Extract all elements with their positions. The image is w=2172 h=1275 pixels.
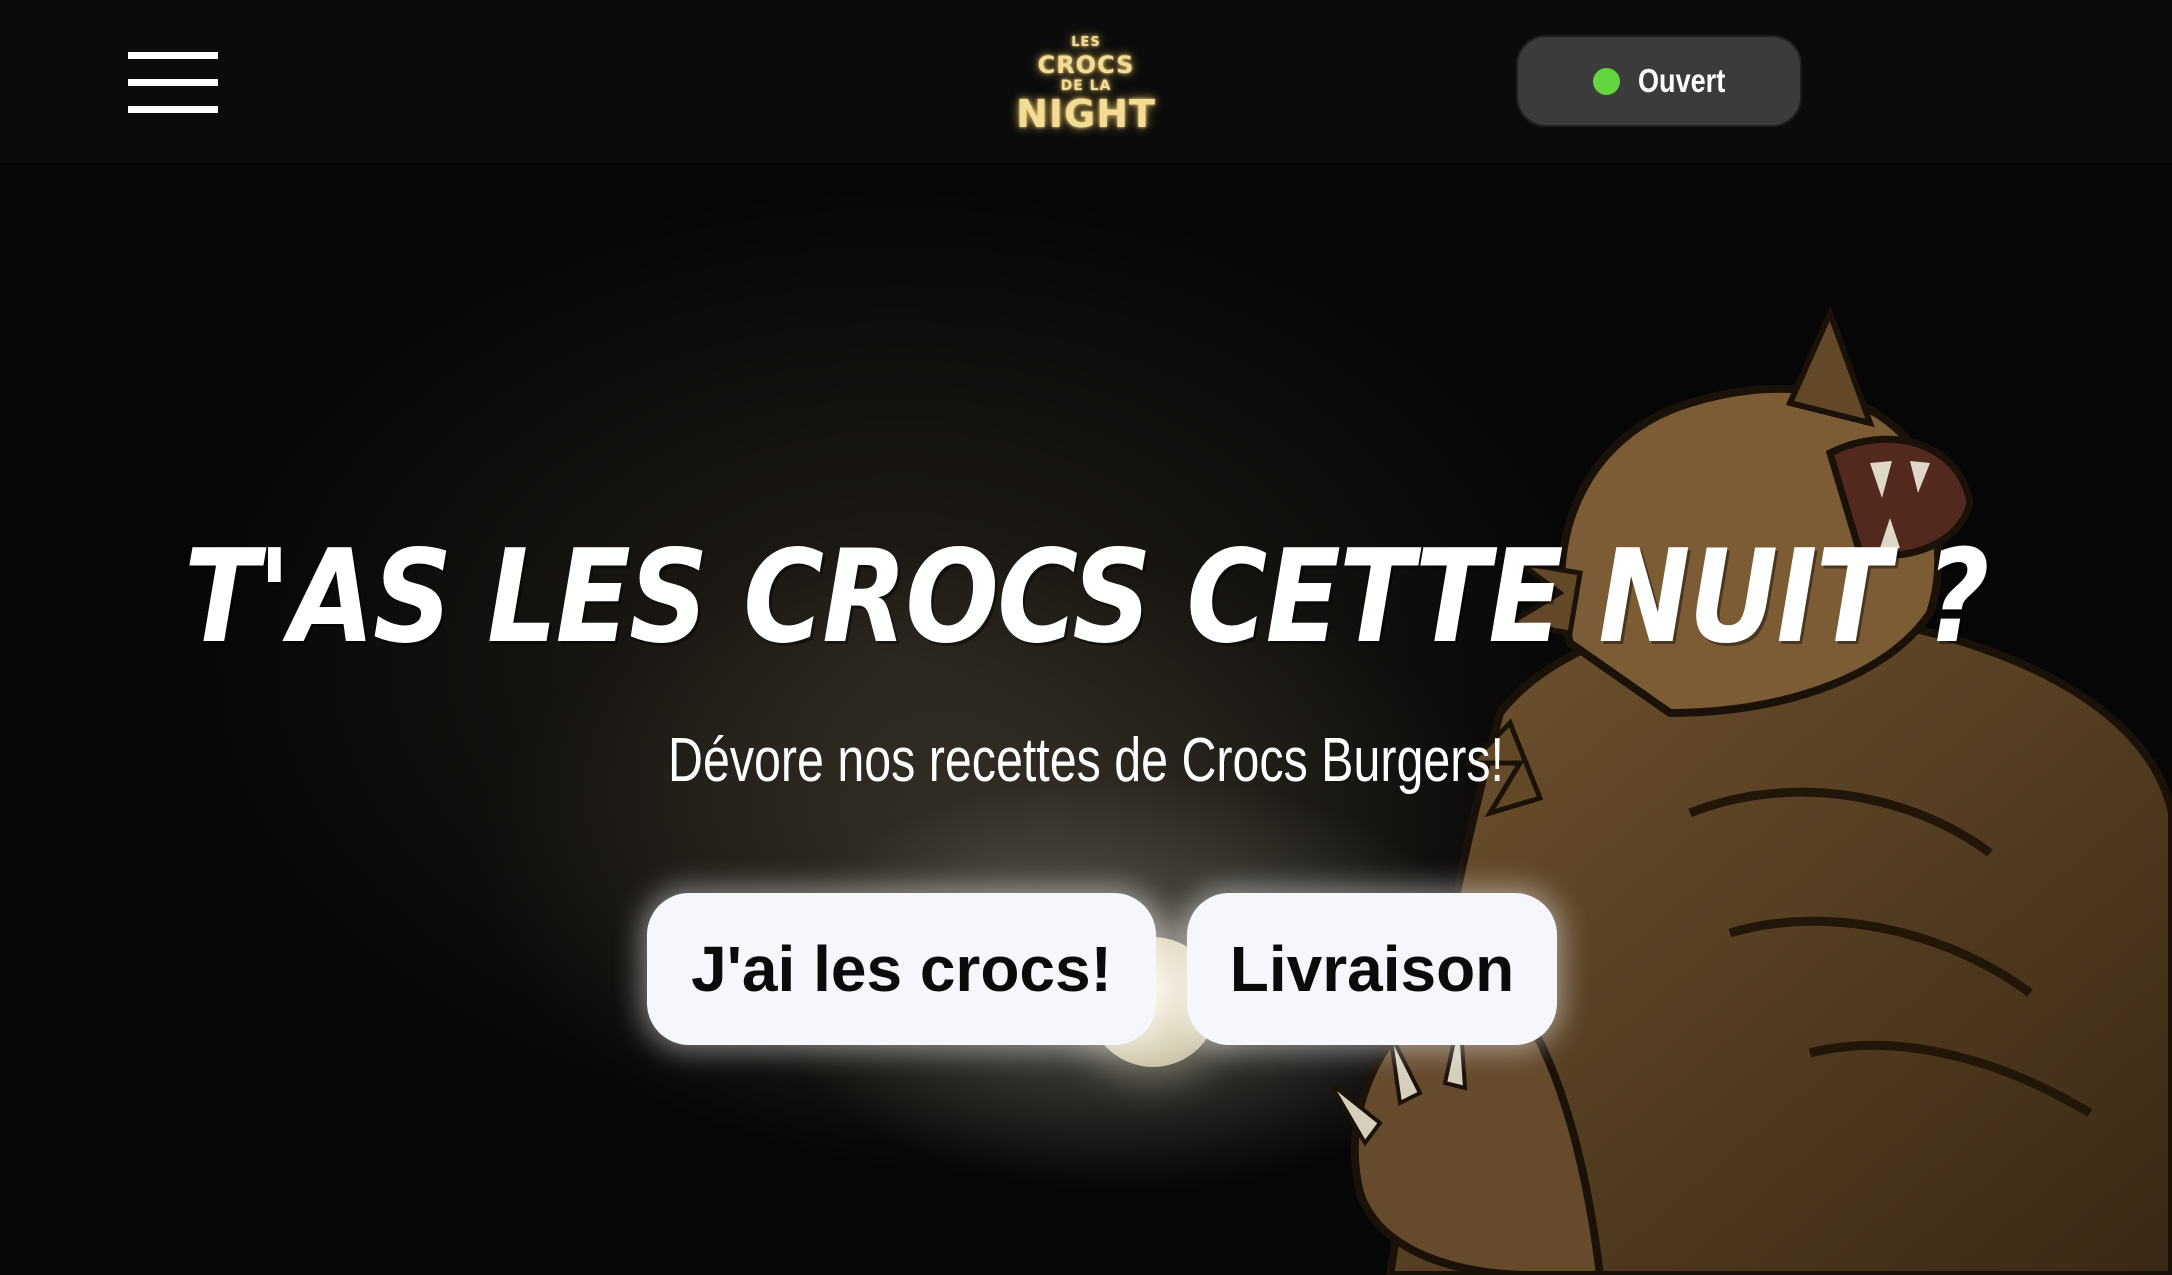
menu-bar [128,106,218,113]
logo-line-1: LES [1071,35,1101,50]
status-label: Ouvert [1638,62,1726,99]
page: LES CROCS DE LA NIGHT Ouvert T'AS LES CR… [0,0,2172,1275]
hero-section: T'as les crocs cette nuit ? Dévore nos r… [0,163,2172,1275]
button-label: Livraison [1229,933,1515,1005]
logo-line-3: DE LA [1060,78,1112,94]
livraison-button[interactable]: Livraison [1187,893,1557,1045]
logo-line-2: CROCS [1037,51,1135,79]
hero-subtitle: Dévore nos recettes de Crocs Burgers! [668,726,1504,795]
button-label: J'ai les crocs! [691,933,1112,1005]
menu-bar [128,52,218,59]
site-logo[interactable]: LES CROCS DE LA NIGHT [986,26,1186,136]
jai-les-crocs-button[interactable]: J'ai les crocs! [647,893,1156,1045]
open-status-badge[interactable]: Ouvert [1516,35,1802,127]
logo-line-4: NIGHT [1016,92,1156,136]
hamburger-menu-icon[interactable] [128,50,218,114]
site-header: LES CROCS DE LA NIGHT Ouvert [0,0,2172,163]
status-dot-icon [1593,67,1621,95]
hero-title: T'as les crocs cette nuit ? [184,523,1989,672]
menu-bar [128,79,218,86]
